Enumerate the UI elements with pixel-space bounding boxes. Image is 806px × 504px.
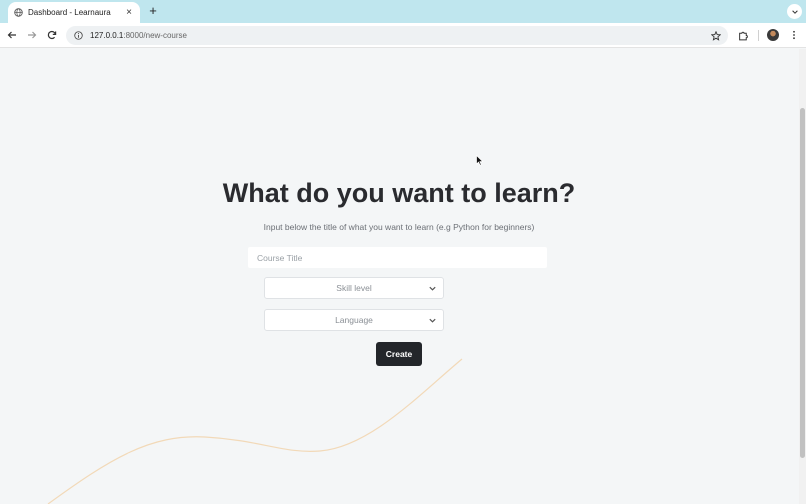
bookmark-star-icon[interactable] (710, 30, 721, 41)
profile-avatar[interactable] (767, 29, 779, 41)
browser-tab-bar: Dashboard - Learnaura × + (0, 0, 806, 23)
back-arrow-icon[interactable] (5, 28, 19, 42)
page-title: What do you want to learn? (222, 178, 576, 208)
page-subtitle: Input below the title of what you want t… (263, 222, 535, 232)
course-title-input[interactable] (248, 247, 547, 268)
close-icon[interactable]: × (124, 7, 134, 18)
address-bar[interactable]: 127.0.0.1:8000/new-course (66, 26, 728, 45)
globe-icon (14, 8, 23, 17)
language-select[interactable]: Language (264, 309, 444, 331)
extensions-icon[interactable] (736, 28, 750, 42)
chevron-down-icon[interactable] (787, 4, 802, 19)
info-icon[interactable] (73, 31, 83, 41)
chevron-down-icon (428, 316, 437, 325)
create-button[interactable]: Create (376, 342, 422, 366)
language-selected: Language (335, 315, 373, 325)
new-tab-icon[interactable]: + (146, 4, 160, 18)
skill-level-selected: Skill level (336, 283, 372, 293)
forward-arrow-icon[interactable] (25, 28, 39, 42)
toolbar-divider (758, 30, 759, 41)
url-path: :8000/new-course (123, 31, 187, 40)
browser-tab-title: Dashboard - Learnaura (28, 8, 111, 17)
chevron-down-icon (428, 284, 437, 293)
more-menu-icon[interactable] (787, 28, 801, 42)
skill-level-select[interactable]: Skill level (264, 277, 444, 299)
browser-tab[interactable]: Dashboard - Learnaura × (8, 2, 140, 23)
mouse-cursor-icon (476, 155, 484, 166)
url-host: 127.0.0.1 (90, 31, 124, 40)
browser-toolbar: 127.0.0.1:8000/new-course (0, 23, 806, 48)
reload-icon[interactable] (45, 28, 59, 42)
scrollbar-thumb[interactable] (800, 108, 805, 458)
